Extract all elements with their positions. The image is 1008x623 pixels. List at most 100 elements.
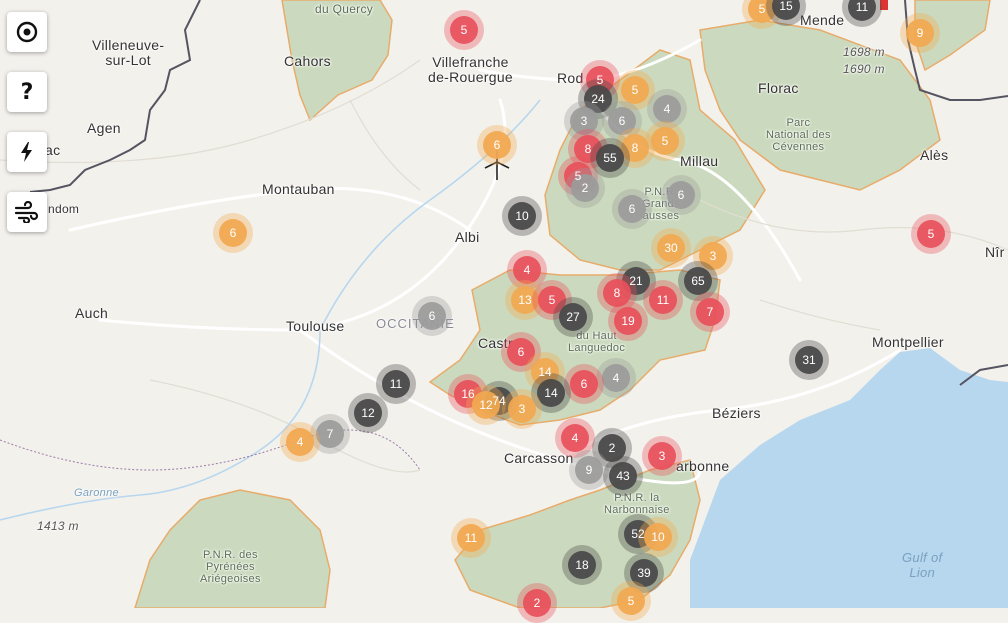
place-quercy: du Quercy [315,2,374,16]
cluster-marker[interactable]: 2 [517,583,557,623]
cluster-marker[interactable]: 9 [900,13,940,53]
cluster-marker[interactable]: 5 [611,581,651,621]
cluster-count: 4 [571,431,579,445]
cluster-count: 10 [515,209,529,223]
cluster-count: 5 [596,73,604,87]
cluster-count: 11 [855,0,869,14]
cluster-count: 6 [229,226,237,240]
cluster-marker[interactable]: 10 [502,196,542,236]
place-ndom: ndom [48,202,80,216]
cluster-count: 74 [492,394,506,408]
place-villefranche: Villefranche de-Rouergue [428,54,514,85]
cluster-marker[interactable]: 2 [565,168,605,208]
lightning-bolt-icon [21,142,32,162]
map-toolbar: ? [7,12,47,232]
cluster-count: 15 [779,0,793,13]
altitude-1413: 1413 m [37,519,79,533]
cluster-count: 3 [658,449,666,463]
cluster-marker[interactable]: 7 [690,292,730,332]
cluster-count: 11 [464,531,478,545]
cluster-count: 11 [389,377,403,391]
cluster-count: 5 [927,227,935,241]
cluster-count: 16 [461,387,475,401]
park-pyrenees-label: P.N.R. des Pyrénées Ariégeoises [200,549,261,585]
cluster-marker[interactable]: 12 [348,393,388,433]
cluster-count: 8 [584,142,592,156]
cluster-count: 3 [580,114,588,128]
cluster-marker[interactable]: 6 [612,189,652,229]
cluster-marker[interactable]: 31 [789,340,829,380]
altitude-1698: 1698 m [843,45,885,59]
cluster-count: 8 [631,141,639,155]
cluster-marker[interactable]: 6 [412,296,452,336]
cluster-marker[interactable]: 3 [502,389,542,429]
cluster-marker[interactable]: 18 [562,545,602,585]
cluster-count: 6 [493,138,501,152]
cluster-count: 5 [460,23,468,37]
place-ales: Alès [920,147,949,163]
cluster-count: 5 [758,2,766,16]
cluster-count: 6 [628,202,636,216]
gulf-of-lion-label: Gulf of Lion [902,550,943,580]
cluster-count: 52 [631,527,645,541]
energy-button[interactable] [7,132,47,172]
cluster-count: 9 [585,463,593,477]
place-cahors: Cahors [284,53,331,69]
cluster-count: 2 [581,181,589,195]
cluster-count: 39 [637,566,651,580]
cluster-count: 5 [661,134,669,148]
place-mende: Mende [800,12,845,28]
cluster-count: 6 [618,114,626,128]
cluster-count: 4 [612,371,620,385]
place-montauban: Montauban [262,181,335,197]
park-narbonnaise-label: P.N.R. la Narbonnaise [604,492,670,516]
cluster-marker[interactable]: 4 [280,422,320,462]
question-mark-icon: ? [20,79,34,105]
cluster-count: 5 [548,293,556,307]
cluster-count: 55 [603,151,617,165]
cluster-count: 6 [428,309,436,323]
cluster-marker[interactable]: 19 [608,301,648,341]
cluster-marker[interactable]: 5 [444,10,484,50]
cluster-marker[interactable]: 6 [661,175,701,215]
cluster-count: 30 [664,241,678,255]
cluster-count: 5 [631,83,639,97]
cluster-marker[interactable]: 5 [911,214,951,254]
target-icon [16,21,38,43]
cluster-count: 12 [361,406,375,420]
cluster-count: 4 [663,102,671,116]
cluster-count: 8 [613,286,621,300]
cluster-marker[interactable]: 6 [213,213,253,253]
cluster-count: 4 [523,263,531,277]
cluster-count: 43 [616,469,630,483]
cluster-marker[interactable]: 43 [603,456,643,496]
cluster-count: 65 [691,274,705,288]
cluster-count: 2 [608,441,616,455]
place-millau: Millau [680,153,719,169]
cluster-count: 27 [566,310,580,324]
park-cevennes-label: Parc National des Cévennes [766,117,831,153]
place-toulouse: Toulouse [286,318,345,334]
cluster-marker[interactable]: 11 [643,280,683,320]
map-background[interactable] [0,0,1008,608]
place-villeneuve: Villeneuve-sur-Lot [92,37,165,68]
cluster-count: 31 [802,353,816,367]
cluster-count: 6 [580,377,588,391]
cluster-count: 21 [629,274,643,288]
cluster-marker[interactable]: 6 [477,125,517,165]
cluster-marker[interactable]: 11 [451,518,491,558]
cluster-count: 7 [326,427,334,441]
wind-button[interactable] [7,192,47,232]
cluster-count: 7 [706,305,714,319]
cluster-count: 13 [518,293,532,307]
locate-button[interactable] [7,12,47,52]
cluster-marker[interactable]: 30 [651,228,691,268]
cluster-marker[interactable]: 27 [553,297,593,337]
cluster-count: 4 [296,435,304,449]
place-ac: ac [45,142,61,158]
help-button[interactable]: ? [7,72,47,112]
place-florac: Florac [758,80,799,96]
cluster-marker[interactable]: 3 [642,436,682,476]
cluster-count: 11 [656,293,670,307]
garonne-label: Garonne [74,487,119,499]
